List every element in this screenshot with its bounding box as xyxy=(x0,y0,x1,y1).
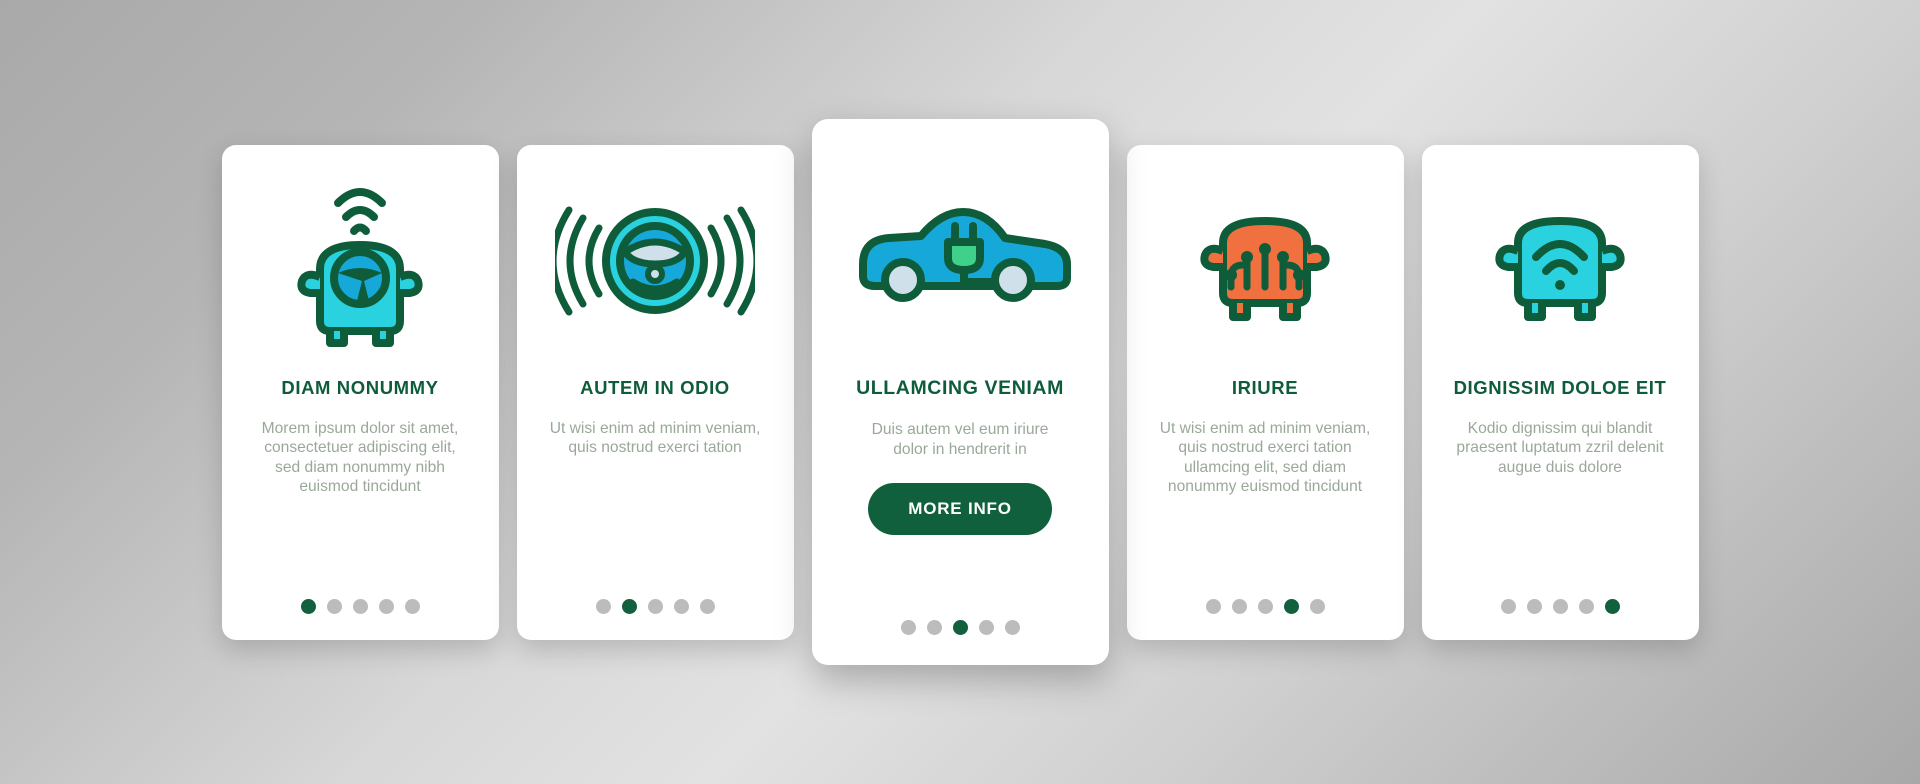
card-2-icon-wrap xyxy=(539,145,772,377)
car-front-wifi-icon xyxy=(1495,216,1625,321)
pagination-dot[interactable] xyxy=(978,620,994,635)
pagination-dot[interactable] xyxy=(1526,598,1542,614)
pagination-dot[interactable] xyxy=(1309,598,1325,614)
pagination-dot[interactable] xyxy=(1604,598,1620,614)
steering-wheel-signal-icon xyxy=(555,206,755,315)
card-1-pagination-dots[interactable] xyxy=(222,598,499,614)
pagination-dot[interactable] xyxy=(378,598,394,614)
onboarding-card-3-featured[interactable]: ULLAMCING VENIAM Duis autem vel eum iriu… xyxy=(811,119,1109,665)
pagination-dot[interactable] xyxy=(404,598,420,614)
onboarding-card-5[interactable]: DIGNISSIM DOLOE EIT Kodio dignissim qui … xyxy=(1421,144,1699,640)
pagination-dot[interactable] xyxy=(1283,598,1299,614)
card-3-body: Duis autem vel eum iriure dolor in hendr… xyxy=(871,421,1049,458)
pagination-dot[interactable] xyxy=(1552,598,1568,614)
pagination-dot[interactable] xyxy=(352,598,368,614)
card-1-icon-wrap xyxy=(244,145,477,377)
pagination-dot[interactable] xyxy=(1578,598,1594,614)
pagination-dot[interactable] xyxy=(699,598,715,614)
card-2-body: Ut wisi enim ad minim veniam, quis nostr… xyxy=(549,419,761,457)
card-4-title: IRIURE xyxy=(1231,376,1299,398)
card-4-body: Ut wisi enim ad minim veniam, quis nostr… xyxy=(1159,419,1371,496)
more-info-button[interactable]: MORE INFO xyxy=(868,483,1052,536)
card-5-icon-wrap xyxy=(1444,145,1677,377)
electric-car-plug-icon xyxy=(859,208,1071,302)
card-2-title: AUTEM IN ODIO xyxy=(580,376,730,398)
onboarding-card-4[interactable]: IRIURE Ut wisi enim ad minim veniam, qui… xyxy=(1126,144,1404,640)
card-1-body: Morem ipsum dolor sit amet, consectetuer… xyxy=(261,419,459,496)
pagination-dot[interactable] xyxy=(621,598,637,614)
pagination-dot[interactable] xyxy=(952,620,968,635)
pagination-dot[interactable] xyxy=(926,620,942,635)
pagination-dot[interactable] xyxy=(595,598,611,614)
front-wheel-shape xyxy=(881,258,925,302)
pagination-dot[interactable] xyxy=(1205,598,1221,614)
car-front-wifi-icon xyxy=(297,188,423,347)
card-4-pagination-dots[interactable] xyxy=(1127,598,1404,614)
card-2-pagination-dots[interactable] xyxy=(517,598,794,614)
pagination-dot[interactable] xyxy=(1231,598,1247,614)
pagination-dot[interactable] xyxy=(1257,598,1273,614)
card-4-icon-wrap xyxy=(1149,145,1382,377)
pagination-dot[interactable] xyxy=(326,598,342,614)
rear-wheel-shape xyxy=(991,258,1035,302)
card-5-body: Kodio dignissim qui blandit praesent lup… xyxy=(1456,419,1664,476)
pagination-dot[interactable] xyxy=(900,620,916,635)
pagination-dot[interactable] xyxy=(673,598,689,614)
onboarding-card-2[interactable]: AUTEM IN ODIO Ut wisi enim ad minim veni… xyxy=(516,144,794,640)
pagination-dot[interactable] xyxy=(300,598,316,614)
car-front-circuit-icon xyxy=(1200,216,1330,321)
pagination-dot[interactable] xyxy=(1004,620,1020,635)
pagination-dot[interactable] xyxy=(1500,598,1516,614)
card-1-title: DIAM NONUMMY xyxy=(281,376,439,398)
onboarding-card-stage: DIAM NONUMMY Morem ipsum dolor sit amet,… xyxy=(0,0,1920,784)
onboarding-card-1[interactable]: DIAM NONUMMY Morem ipsum dolor sit amet,… xyxy=(221,144,499,640)
card-5-pagination-dots[interactable] xyxy=(1422,598,1699,614)
pagination-dot[interactable] xyxy=(647,598,663,614)
card-5-title: DIGNISSIM DOLOE EIT xyxy=(1453,376,1667,398)
card-3-pagination-dots[interactable] xyxy=(812,620,1109,635)
card-3-title: ULLAMCING VENIAM xyxy=(856,377,1064,399)
card-3-icon-wrap xyxy=(834,119,1087,377)
